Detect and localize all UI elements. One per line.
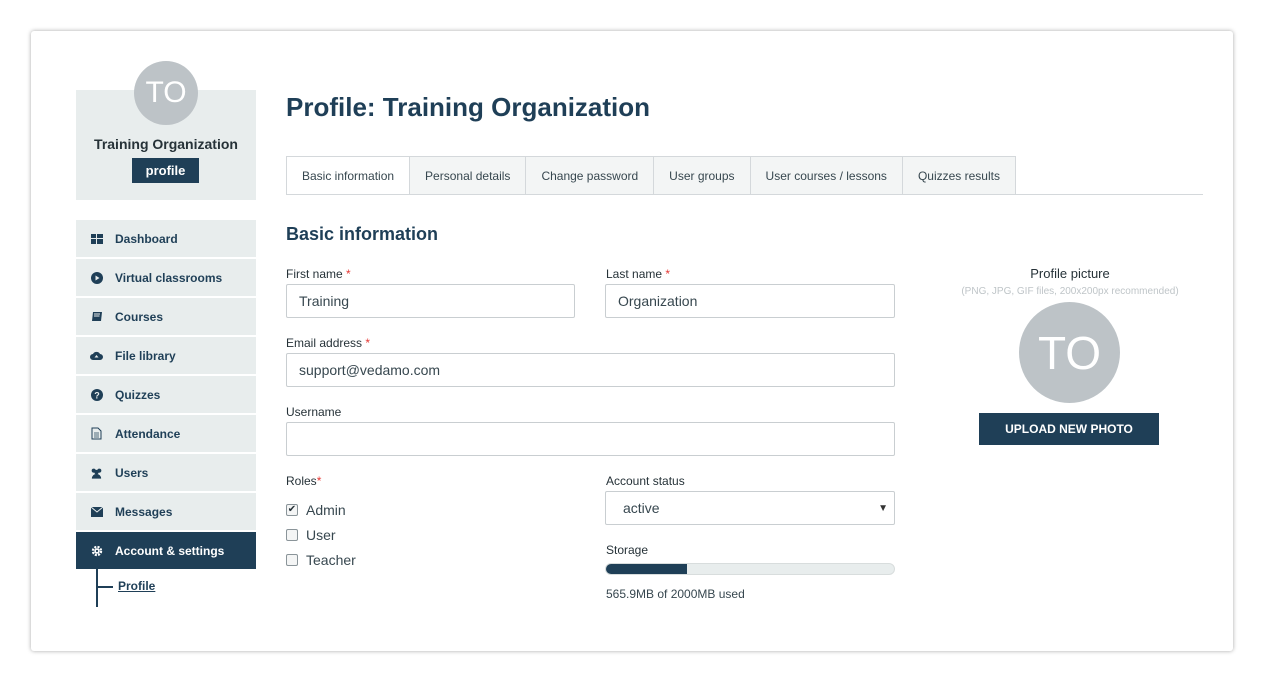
document-icon <box>90 427 103 440</box>
role-user-option[interactable]: User <box>286 527 336 543</box>
username-field[interactable] <box>286 422 895 456</box>
users-icon <box>90 466 103 479</box>
roles-label: Roles* <box>286 474 321 488</box>
tab-personal-details[interactable]: Personal details <box>410 156 527 195</box>
first-name-label-text: First name <box>286 267 343 281</box>
organization-name: Training Organization <box>94 136 238 152</box>
account-status-label: Account status <box>606 474 685 488</box>
play-circle-icon <box>90 271 103 284</box>
sidebar-item-label: Messages <box>115 504 173 519</box>
last-name-label: Last name * <box>606 267 670 281</box>
role-admin-option[interactable]: ✔ Admin <box>286 502 346 518</box>
tab-user-groups[interactable]: User groups <box>654 156 751 195</box>
submenu-tree-line <box>96 569 98 607</box>
dashboard-icon <box>90 232 103 245</box>
gear-icon <box>90 544 103 557</box>
sidebar-item-virtual-classrooms[interactable]: Virtual classrooms <box>76 259 256 296</box>
svg-text:?: ? <box>94 390 100 400</box>
sidebar-subitem-profile[interactable]: Profile <box>118 579 155 593</box>
storage-progress-fill <box>606 564 688 574</box>
sidebar-item-dashboard[interactable]: Dashboard <box>76 220 256 257</box>
sidebar-item-label: Courses <box>115 309 164 324</box>
envelope-icon <box>90 505 103 518</box>
section-title: Basic information <box>286 224 439 244</box>
account-status-value: active <box>623 500 660 516</box>
last-name-field[interactable]: Organization <box>605 284 895 318</box>
profile-picture-avatar: TO <box>1019 302 1120 403</box>
required-mark: * <box>346 267 351 281</box>
email-field[interactable]: support@vedamo.com <box>286 353 895 387</box>
storage-usage-text: 565.9MB of 2000MB used <box>606 587 745 601</box>
storage-label: Storage <box>606 543 649 557</box>
sidebar-item-label: Quizzes <box>115 387 161 402</box>
sidebar-item-courses[interactable]: Courses <box>76 298 256 335</box>
profile-picture-title: Profile picture <box>1030 266 1110 281</box>
first-name-field[interactable]: Training <box>286 284 575 318</box>
cloud-upload-icon <box>90 349 103 362</box>
role-admin-label: Admin <box>306 502 346 518</box>
role-teacher-label: Teacher <box>306 552 356 568</box>
tab-change-password[interactable]: Change password <box>526 156 655 195</box>
chevron-down-icon: ▼ <box>878 503 888 514</box>
role-teacher-option[interactable]: Teacher <box>286 552 356 568</box>
required-mark: * <box>316 474 322 488</box>
email-label: Email address * <box>286 336 370 350</box>
submenu-tree-branch <box>98 586 113 588</box>
sidebar-item-label: Account & settings <box>115 543 225 558</box>
sidebar-nav: Dashboard Virtual classrooms Courses Fil… <box>76 220 256 571</box>
profile-badge[interactable]: profile <box>132 158 199 183</box>
sidebar-item-label: Virtual classrooms <box>115 270 223 285</box>
role-teacher-checkbox[interactable] <box>286 554 298 566</box>
email-label-text: Email address <box>286 336 363 350</box>
required-mark: * <box>365 336 371 350</box>
page-title: Profile: Training Organization <box>286 92 651 122</box>
storage-progress-bar <box>605 563 895 575</box>
sidebar-item-label: File library <box>115 348 176 363</box>
tabs-divider <box>286 194 1203 195</box>
sidebar-item-quizzes[interactable]: ? Quizzes <box>76 376 256 413</box>
question-circle-icon: ? <box>90 388 103 401</box>
sidebar-item-attendance[interactable]: Attendance <box>76 415 256 452</box>
sidebar-item-account-settings[interactable]: Account & settings <box>76 532 256 569</box>
sidebar-item-label: Dashboard <box>115 231 178 246</box>
first-name-label: First name * <box>286 267 351 281</box>
role-user-checkbox[interactable] <box>286 529 298 541</box>
sidebar-item-label: Users <box>115 465 149 480</box>
book-icon <box>90 310 103 323</box>
sidebar-item-label: Attendance <box>115 426 181 441</box>
account-status-select[interactable]: active ▼ <box>605 491 895 525</box>
role-user-label: User <box>306 527 336 543</box>
last-name-label-text: Last name <box>606 267 663 281</box>
tab-basic-information[interactable]: Basic information <box>286 156 411 195</box>
profile-picture-hint: (PNG, JPG, GIF files, 200x200px recommen… <box>961 286 1179 297</box>
sidebar-item-users[interactable]: Users <box>76 454 256 491</box>
avatar: TO <box>134 61 198 125</box>
tab-user-courses-lessons[interactable]: User courses / lessons <box>750 156 903 195</box>
roles-label-text: Roles <box>286 474 317 488</box>
role-admin-checkbox[interactable]: ✔ <box>286 504 298 516</box>
required-mark: * <box>665 267 671 281</box>
tab-quizzes-results[interactable]: Quizzes results <box>902 156 1016 195</box>
profile-tabs: Basic information Personal details Chang… <box>286 156 1016 195</box>
upload-photo-button[interactable]: UPLOAD NEW PHOTO <box>979 413 1159 445</box>
sidebar-item-messages[interactable]: Messages <box>76 493 256 530</box>
sidebar-item-file-library[interactable]: File library <box>76 337 256 374</box>
username-label: Username <box>286 405 342 419</box>
